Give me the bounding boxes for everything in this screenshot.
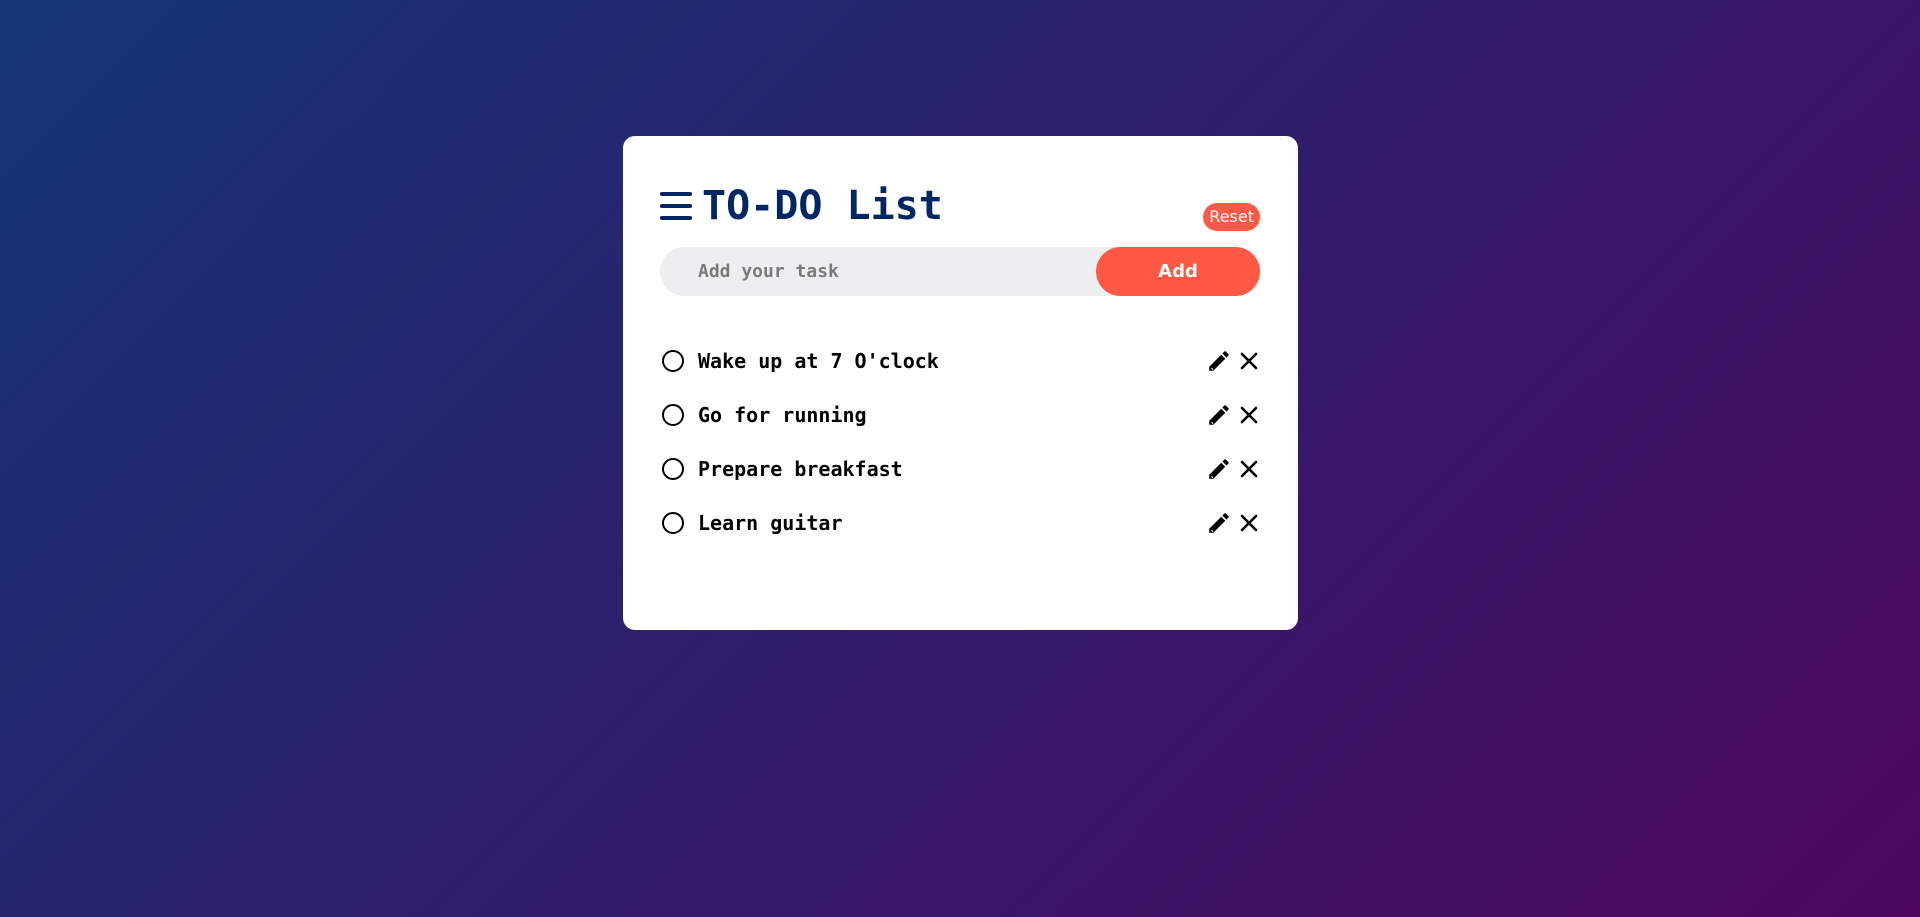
hamburger-menu-icon[interactable] xyxy=(660,192,692,220)
pencil-icon[interactable] xyxy=(1206,456,1232,482)
task-item[interactable]: Go for running xyxy=(662,388,1262,442)
task-actions xyxy=(1206,402,1260,428)
close-icon[interactable] xyxy=(1238,512,1260,534)
task-text: Wake up at 7 O'clock xyxy=(698,349,939,373)
circle-checkbox-icon[interactable] xyxy=(662,350,684,372)
task-text: Prepare breakfast xyxy=(698,457,903,481)
add-task-row: Add xyxy=(660,246,1260,297)
task-actions xyxy=(1206,348,1260,374)
todo-card: TO-DO List Reset Add Wake up at 7 O'cloc… xyxy=(623,136,1298,630)
close-icon[interactable] xyxy=(1238,404,1260,426)
task-item[interactable]: Prepare breakfast xyxy=(662,442,1262,496)
circle-checkbox-icon[interactable] xyxy=(662,404,684,426)
close-icon[interactable] xyxy=(1238,350,1260,372)
add-button[interactable]: Add xyxy=(1096,247,1260,296)
reset-button[interactable]: Reset xyxy=(1203,203,1260,231)
header: TO-DO List xyxy=(660,186,943,226)
task-text: Go for running xyxy=(698,403,867,427)
pencil-icon[interactable] xyxy=(1206,402,1232,428)
page-title: TO-DO List xyxy=(702,183,943,229)
circle-checkbox-icon[interactable] xyxy=(662,512,684,534)
task-input[interactable] xyxy=(660,246,1096,297)
task-actions xyxy=(1206,456,1260,482)
task-item[interactable]: Wake up at 7 O'clock xyxy=(662,334,1262,388)
task-item[interactable]: Learn guitar xyxy=(662,496,1262,550)
pencil-icon[interactable] xyxy=(1206,348,1232,374)
task-text: Learn guitar xyxy=(698,511,843,535)
task-actions xyxy=(1206,510,1260,536)
pencil-icon[interactable] xyxy=(1206,510,1232,536)
task-list: Wake up at 7 O'clock Go for running Prep… xyxy=(662,334,1262,550)
close-icon[interactable] xyxy=(1238,458,1260,480)
circle-checkbox-icon[interactable] xyxy=(662,458,684,480)
